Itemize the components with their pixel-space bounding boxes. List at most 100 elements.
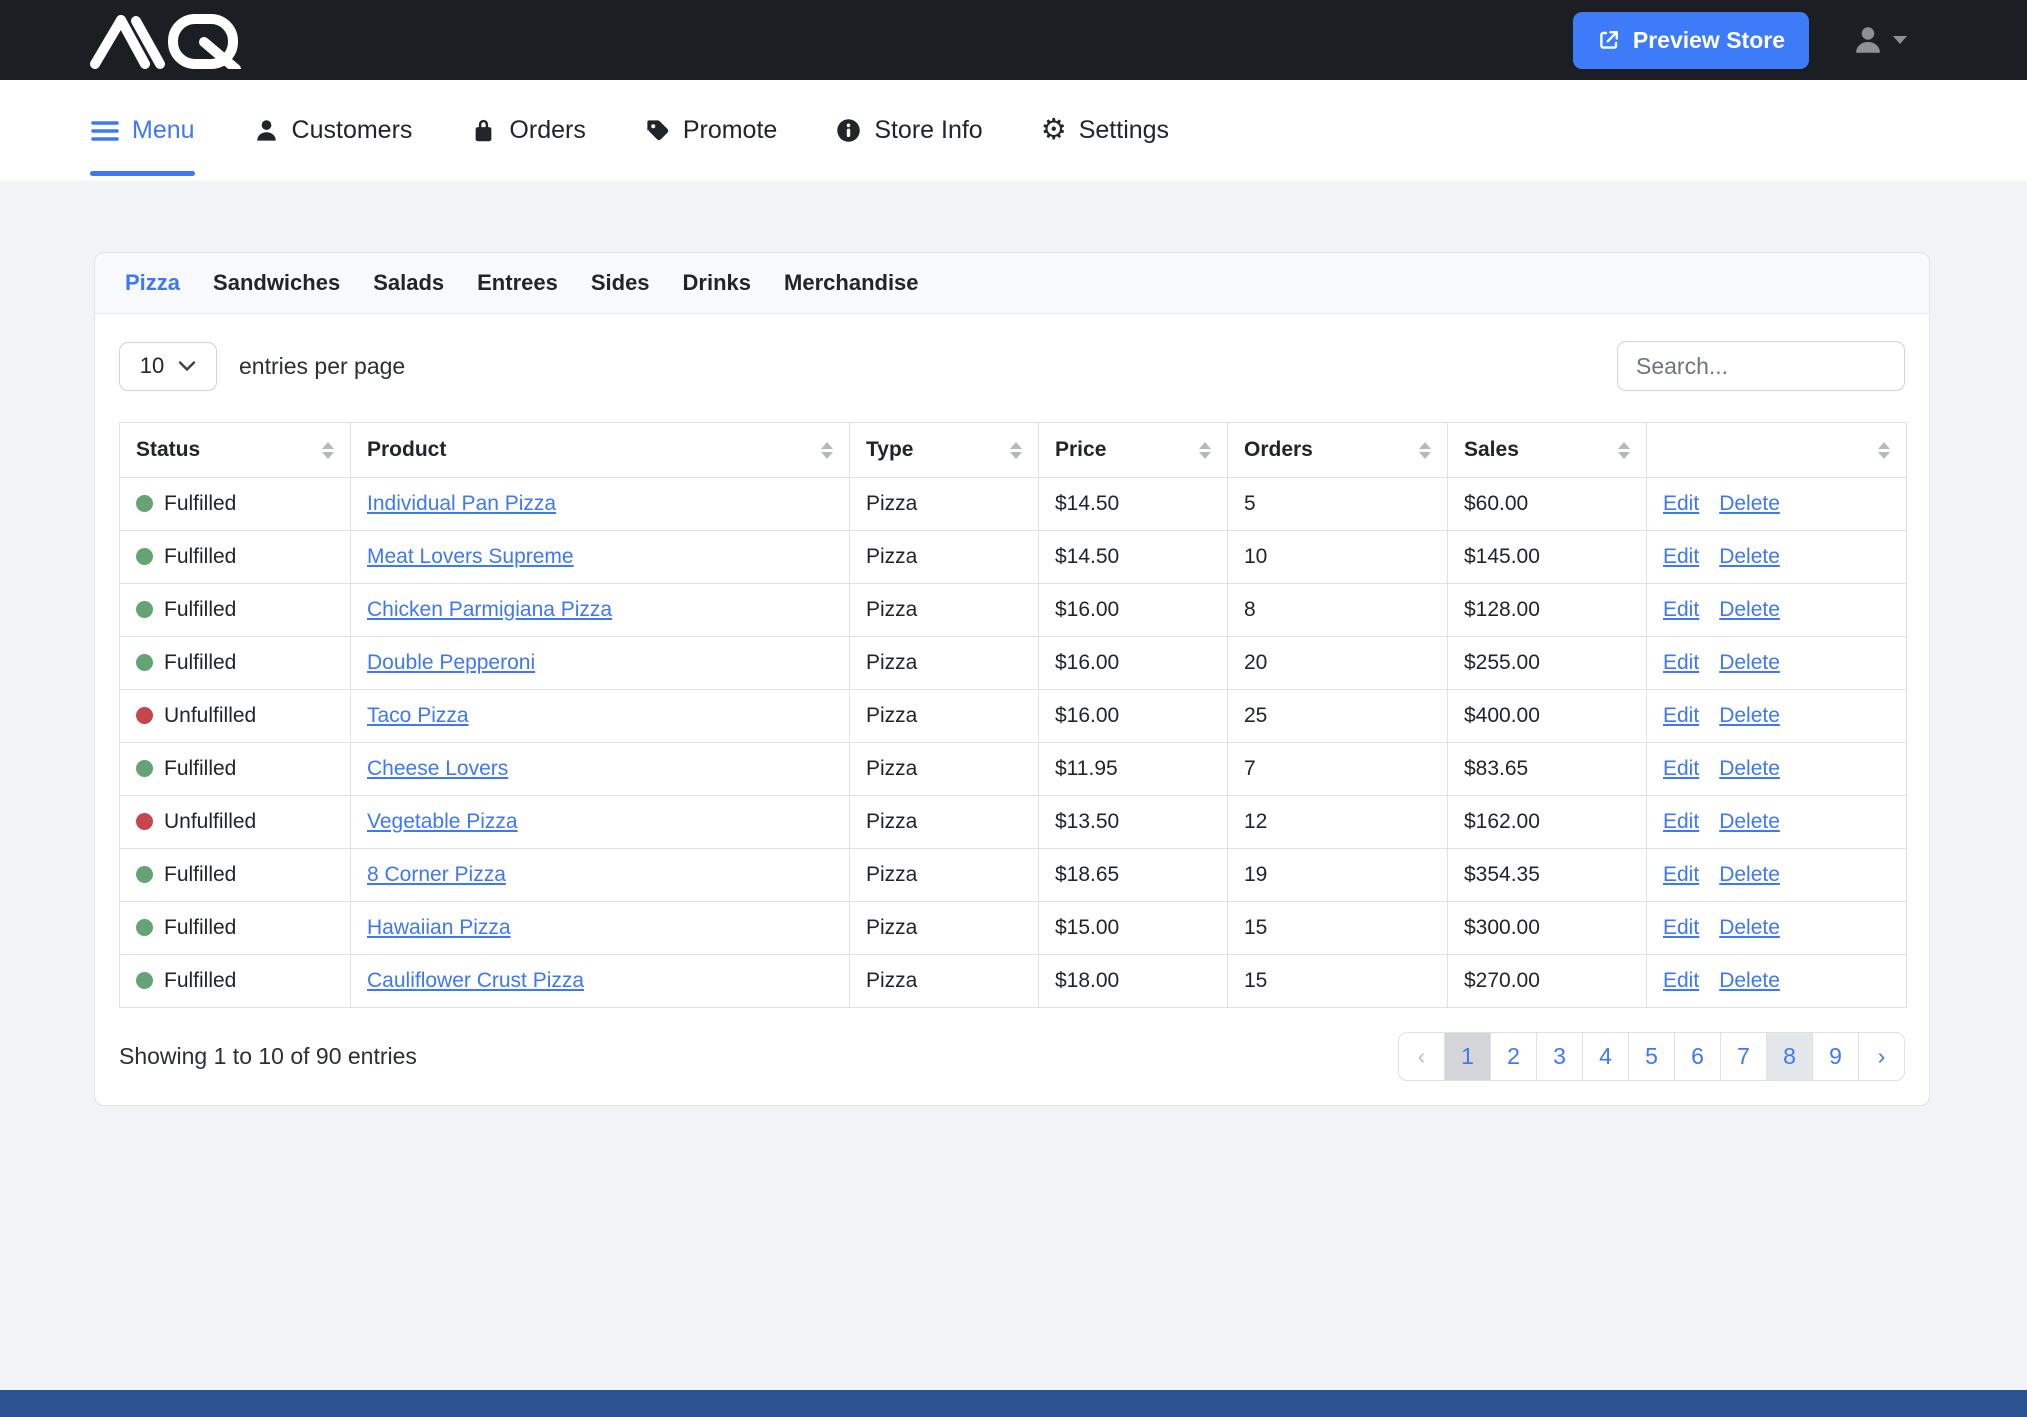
product-link[interactable]: Hawaiian Pizza	[367, 916, 511, 939]
product-link[interactable]: Cheese Lovers	[367, 757, 508, 780]
pagination-page-8[interactable]: 8	[1766, 1032, 1813, 1081]
user-menu[interactable]	[1851, 23, 1907, 57]
edit-link[interactable]: Edit	[1663, 863, 1699, 887]
product-link[interactable]: Vegetable Pizza	[367, 810, 518, 833]
edit-link[interactable]: Edit	[1663, 969, 1699, 993]
topbar: Preview Store	[0, 0, 2027, 80]
delete-link[interactable]: Delete	[1719, 598, 1780, 622]
edit-link[interactable]: Edit	[1663, 916, 1699, 940]
orders-cell: 20	[1228, 637, 1448, 690]
price-cell: $18.00	[1039, 955, 1228, 1008]
delete-link[interactable]: Delete	[1719, 757, 1780, 781]
edit-link[interactable]: Edit	[1663, 492, 1699, 516]
nav-label: Promote	[683, 116, 777, 145]
pagination-page-3[interactable]: 3	[1536, 1032, 1583, 1081]
showing-entries-text: Showing 1 to 10 of 90 entries	[119, 1043, 417, 1070]
tab-entrees[interactable]: Entrees	[477, 270, 558, 296]
tab-sides[interactable]: Sides	[591, 270, 650, 296]
nav-item-customers[interactable]: Customers	[253, 80, 413, 181]
type-cell: Pizza	[850, 690, 1039, 743]
pagination-page-7[interactable]: 7	[1720, 1032, 1767, 1081]
edit-link[interactable]: Edit	[1663, 651, 1699, 675]
tab-salads[interactable]: Salads	[373, 270, 444, 296]
tab-pizza[interactable]: Pizza	[125, 270, 180, 296]
pagination-page-5[interactable]: 5	[1628, 1032, 1675, 1081]
tab-merchandise[interactable]: Merchandise	[784, 270, 919, 296]
status-cell: Fulfilled	[120, 955, 351, 1008]
price-cell: $16.00	[1039, 690, 1228, 743]
status-cell: Fulfilled	[120, 531, 351, 584]
price-cell: $15.00	[1039, 902, 1228, 955]
product-link[interactable]: Meat Lovers Supreme	[367, 545, 574, 568]
status-dot	[136, 972, 153, 989]
nav-item-settings[interactable]: ⚙ Settings	[1041, 80, 1169, 181]
sales-cell: $354.35	[1448, 849, 1647, 902]
status-cell: Unfulfilled	[120, 796, 351, 849]
delete-link[interactable]: Delete	[1719, 969, 1780, 993]
pagination-page-2[interactable]: 2	[1490, 1032, 1537, 1081]
price-cell: $18.65	[1039, 849, 1228, 902]
column-header-orders[interactable]: Orders	[1228, 423, 1448, 478]
orders-cell: 15	[1228, 955, 1448, 1008]
table-header-row: Status Product Type Price Orders Sales	[120, 423, 1907, 478]
column-header-type[interactable]: Type	[850, 423, 1039, 478]
table-row: Fulfilled Cauliflower Crust Pizza Pizza …	[120, 955, 1907, 1008]
pagination-page-9[interactable]: 9	[1812, 1032, 1859, 1081]
edit-link[interactable]: Edit	[1663, 704, 1699, 728]
edit-link[interactable]: Edit	[1663, 545, 1699, 569]
pagination-next[interactable]: ›	[1858, 1032, 1905, 1081]
product-link[interactable]: Double Pepperoni	[367, 651, 535, 674]
product-link[interactable]: Individual Pan Pizza	[367, 492, 556, 515]
nav-item-orders[interactable]: Orders	[470, 80, 585, 181]
pagination-page-6[interactable]: 6	[1674, 1032, 1721, 1081]
table-row: Fulfilled Individual Pan Pizza Pizza $14…	[120, 478, 1907, 531]
delete-link[interactable]: Delete	[1719, 704, 1780, 728]
orders-cell: 5	[1228, 478, 1448, 531]
delete-link[interactable]: Delete	[1719, 651, 1780, 675]
products-table: Status Product Type Price Orders Sales F…	[119, 422, 1907, 1008]
tab-drinks[interactable]: Drinks	[683, 270, 751, 296]
nav-item-promote[interactable]: Promote	[644, 80, 777, 181]
type-cell: Pizza	[850, 531, 1039, 584]
column-header-status[interactable]: Status	[120, 423, 351, 478]
delete-link[interactable]: Delete	[1719, 810, 1780, 834]
orders-cell: 8	[1228, 584, 1448, 637]
column-header-price[interactable]: Price	[1039, 423, 1228, 478]
edit-link[interactable]: Edit	[1663, 757, 1699, 781]
edit-link[interactable]: Edit	[1663, 598, 1699, 622]
delete-link[interactable]: Delete	[1719, 916, 1780, 940]
table-row: Fulfilled Double Pepperoni Pizza $16.00 …	[120, 637, 1907, 690]
product-link[interactable]: Chicken Parmigiana Pizza	[367, 598, 612, 621]
price-cell: $13.50	[1039, 796, 1228, 849]
column-header-product[interactable]: Product	[351, 423, 850, 478]
product-link[interactable]: Cauliflower Crust Pizza	[367, 969, 584, 992]
tab-sandwiches[interactable]: Sandwiches	[213, 270, 340, 296]
orders-cell: 15	[1228, 902, 1448, 955]
category-tabs: Pizza Sandwiches Salads Entrees Sides Dr…	[95, 253, 1929, 314]
edit-link[interactable]: Edit	[1663, 810, 1699, 834]
product-link[interactable]: 8 Corner Pizza	[367, 863, 506, 886]
pagination-prev[interactable]: ‹	[1398, 1032, 1445, 1081]
product-link[interactable]: Taco Pizza	[367, 704, 469, 727]
nav-label: Store Info	[874, 116, 982, 145]
search-input[interactable]	[1617, 341, 1905, 391]
status-dot	[136, 495, 153, 512]
column-header-sales[interactable]: Sales	[1448, 423, 1647, 478]
column-header-actions[interactable]	[1647, 423, 1907, 478]
sort-icon	[821, 442, 833, 459]
nav-item-menu[interactable]: Menu	[90, 80, 195, 181]
sales-cell: $255.00	[1448, 637, 1647, 690]
page-size-select[interactable]: 10	[119, 342, 217, 391]
delete-link[interactable]: Delete	[1719, 545, 1780, 569]
brand-logo[interactable]	[88, 11, 248, 69]
delete-link[interactable]: Delete	[1719, 863, 1780, 887]
table-row: Unfulfilled Taco Pizza Pizza $16.00 25 $…	[120, 690, 1907, 743]
pagination-page-4[interactable]: 4	[1582, 1032, 1629, 1081]
pagination-page-1[interactable]: 1	[1444, 1032, 1491, 1081]
nav-item-store-info[interactable]: Store Info	[835, 80, 982, 181]
preview-store-button[interactable]: Preview Store	[1573, 12, 1809, 69]
orders-cell: 12	[1228, 796, 1448, 849]
main-nav: Menu Customers Orders Promote	[0, 80, 2027, 181]
external-link-icon	[1597, 28, 1621, 52]
delete-link[interactable]: Delete	[1719, 492, 1780, 516]
